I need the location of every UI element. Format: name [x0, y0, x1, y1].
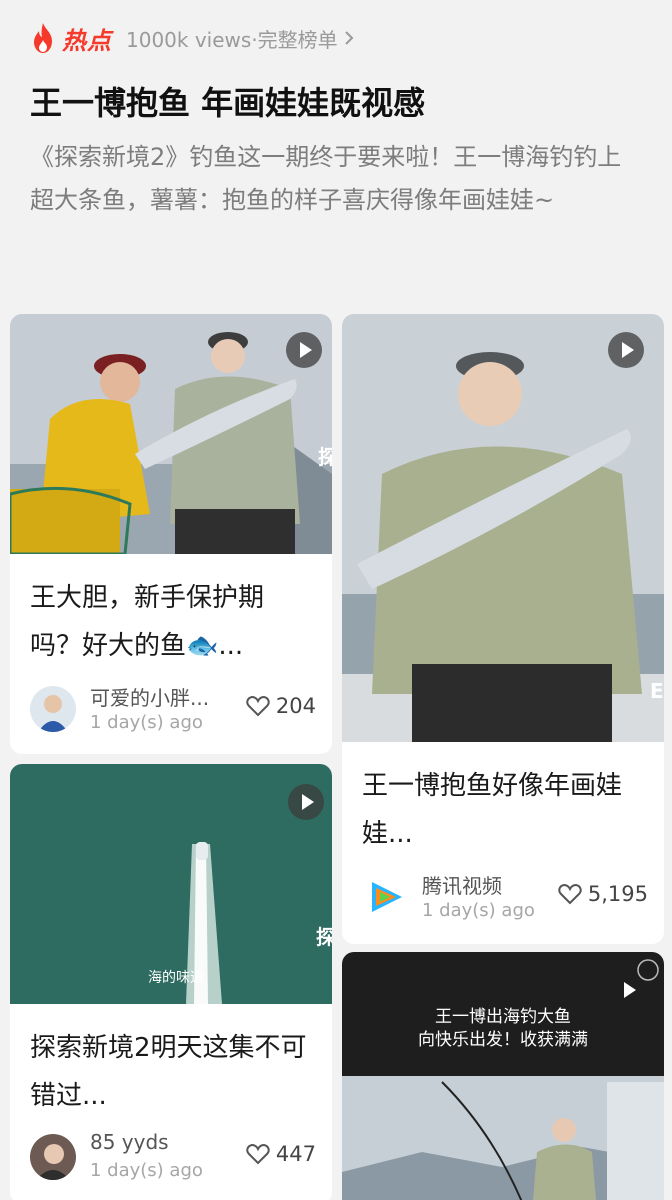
like-count: 204 — [275, 694, 316, 718]
play-icon[interactable] — [286, 332, 322, 368]
like-count: 447 — [275, 1142, 316, 1166]
topic-title: 王一博抱鱼 年画娃娃既视感 — [30, 84, 426, 122]
like-button[interactable]: 447 — [246, 1142, 316, 1166]
tencent-video-logo-icon — [362, 874, 408, 920]
avatar[interactable] — [30, 1134, 76, 1180]
avatar[interactable] — [30, 686, 76, 732]
thumbnail-image: 海的味道 探 — [10, 764, 332, 1004]
topic-page: 热点 1000k views·完整榜单 王一博抱鱼 年画娃娃既视感 《探索新境2… — [0, 0, 672, 1200]
author-row: 85 yyds 1 day(s) ago 447 — [30, 1130, 316, 1190]
flame-icon — [34, 23, 52, 53]
play-icon[interactable] — [610, 972, 646, 1008]
video-thumbnail[interactable]: 王一博出海钓大鱼 向快乐出发！收获满满 — [342, 952, 664, 1200]
hot-badge: 热点 — [30, 21, 112, 56]
full-ranking-link[interactable]: 1000k views·完整榜单 — [126, 24, 354, 53]
video-card[interactable]: 探 王大胆，新手保护期吗？好大的鱼🐟... 可爱的小胖... 1 day(s) … — [10, 314, 332, 754]
card-title[interactable]: 王大胆，新手保护期吗？好大的鱼🐟... — [30, 574, 314, 670]
author-name[interactable]: 85 yyds — [90, 1130, 169, 1154]
author-row: 可爱的小胖... 1 day(s) ago 204 — [30, 682, 316, 742]
thumbnail-overlay-text: 海的味道 — [148, 970, 204, 986]
heart-outline-icon — [246, 695, 270, 717]
video-thumbnail[interactable]: 海的味道 探 — [10, 764, 332, 1004]
thumbnail-image: 探 — [10, 314, 332, 554]
play-icon[interactable] — [608, 332, 644, 368]
author-name[interactable]: 腾讯视频 — [422, 870, 502, 899]
card-title[interactable]: 王一博抱鱼好像年画娃娃... — [362, 762, 646, 858]
like-count: 5,195 — [587, 882, 648, 906]
chevron-right-icon — [344, 31, 354, 45]
video-thumbnail[interactable]: E — [342, 314, 664, 742]
post-time: 1 day(s) ago — [90, 712, 203, 733]
thumbnail-overlay-text: E — [650, 679, 664, 703]
author-name[interactable]: 可爱的小胖... — [90, 682, 209, 711]
video-card[interactable]: 王一博出海钓大鱼 向快乐出发！收获满满 — [342, 952, 664, 1200]
topic-description: 《探索新境2》钓鱼这一期终于要来啦！王一博海钓钓上超大条鱼，薯薯：抱鱼的样子喜庆… — [30, 143, 622, 214]
video-caption-line-2: 向快乐出发！收获满满 — [418, 1030, 588, 1050]
video-card[interactable]: 海的味道 探 探索新境2明天这集不可错过... 85 yyds 1 day(s)… — [10, 764, 332, 1200]
hot-label: 热点 — [62, 26, 112, 55]
avatar[interactable] — [362, 874, 408, 920]
video-card[interactable]: E 王一博抱鱼好像年画娃娃... 腾讯视频 1 day(s) ago 5,195 — [342, 314, 664, 944]
author-row: 腾讯视频 1 day(s) ago 5,195 — [362, 870, 648, 930]
video-thumbnail[interactable]: 探 — [10, 314, 332, 554]
play-icon[interactable] — [288, 784, 324, 820]
thumbnail-side-text: 探 — [316, 925, 332, 949]
post-time: 1 day(s) ago — [422, 900, 535, 921]
topic-header: 热点 1000k views·完整榜单 — [30, 18, 354, 58]
heart-outline-icon — [558, 883, 582, 905]
like-button[interactable]: 5,195 — [558, 882, 648, 906]
video-caption-line-1: 王一博出海钓大鱼 — [435, 1007, 571, 1027]
thumbnail-overlay-text: 探 — [318, 445, 332, 469]
thumbnail-image: E — [342, 314, 664, 742]
card-title[interactable]: 探索新境2明天这集不可错过... — [30, 1024, 314, 1120]
views-ranking-text: 1000k views·完整榜单 — [126, 27, 338, 52]
heart-outline-icon — [246, 1143, 270, 1165]
post-time: 1 day(s) ago — [90, 1160, 203, 1181]
like-button[interactable]: 204 — [246, 694, 316, 718]
